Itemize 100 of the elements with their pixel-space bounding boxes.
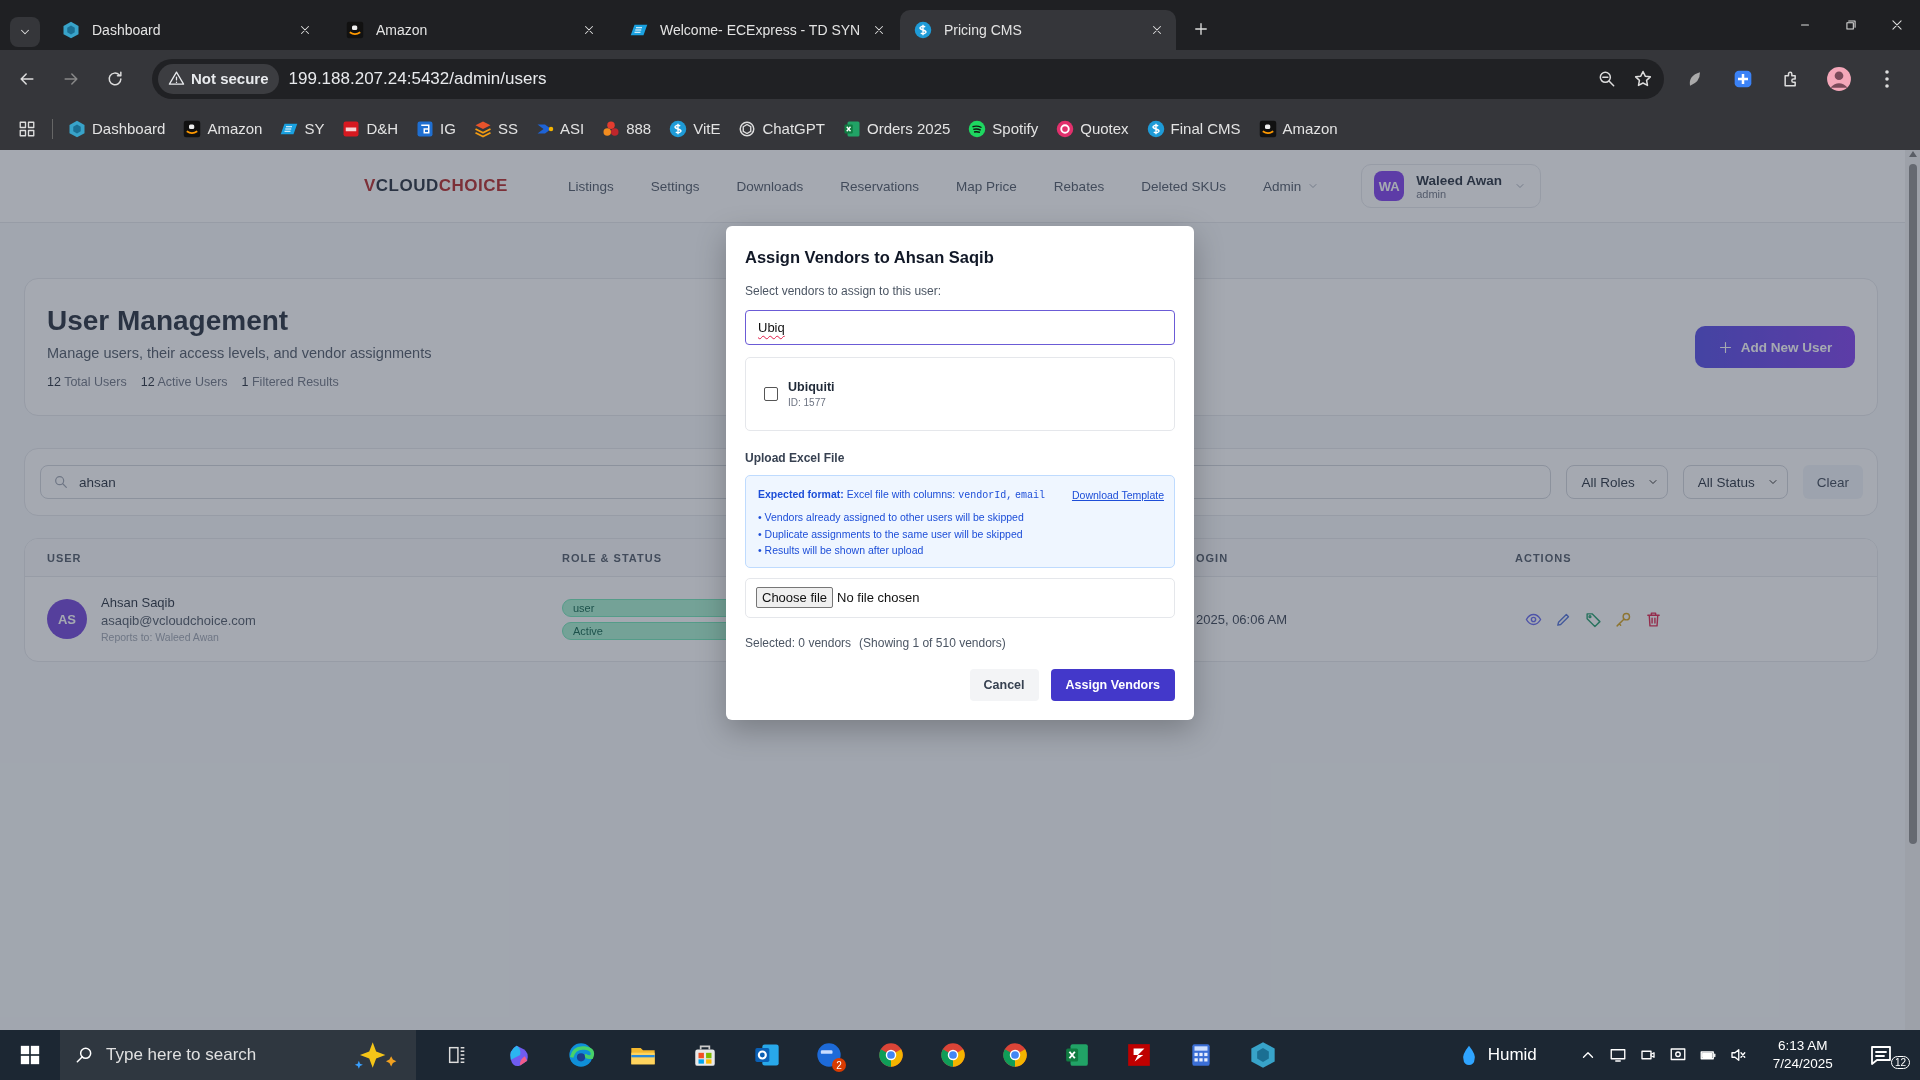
bookmark[interactable]: Dashboard [59, 115, 175, 142]
notifications-button[interactable] [1868, 1043, 1893, 1067]
sheet-icon [1064, 1042, 1090, 1068]
assign-vendors-button[interactable]: Assign Vendors [1050, 668, 1175, 701]
grid-icon [18, 119, 36, 138]
bookmark[interactable]: D&H [333, 115, 408, 142]
bookmark[interactable]: Amazon [174, 115, 272, 142]
hexagon-icon [62, 21, 80, 39]
profile-button[interactable] [1826, 65, 1852, 92]
logo: VCLOUDCHOICE [364, 176, 508, 196]
delete-button[interactable] [1645, 610, 1662, 628]
stat-text: 12 Total Users [47, 375, 127, 389]
upload-heading: Upload Excel File [745, 451, 846, 465]
nav-link[interactable]: Settings [650, 178, 700, 194]
smile-icon [183, 119, 202, 138]
page-title: User Management [47, 305, 290, 337]
choose-file-button[interactable]: Choose file [756, 587, 834, 609]
bookmark[interactable]: Amazon [1249, 115, 1347, 142]
filter-select[interactable]: All Status [1682, 465, 1788, 499]
bookmark[interactable]: ASI [526, 115, 594, 142]
column-header: ROLE & STATUS [562, 551, 662, 564]
plus-icon [1192, 20, 1210, 38]
restore-icon [1844, 18, 1858, 32]
vendor-search-field[interactable]: Ubiq [745, 310, 1175, 345]
browser-tab[interactable]: Dashboard [48, 10, 324, 50]
bookmark[interactable]: IG [407, 115, 465, 142]
file-input[interactable]: Choose file No file chosen [745, 577, 1175, 618]
plus-icon [1717, 339, 1733, 355]
bookmark[interactable]: Spotify [959, 115, 1048, 142]
bookmark[interactable]: Orders 2025 [833, 115, 960, 142]
vendor-name: Ubiquiti [788, 380, 835, 394]
taskbar-app[interactable]: 2 [798, 1030, 860, 1080]
bookmark[interactable]: SY [271, 115, 334, 142]
cancel-button[interactable]: Cancel [969, 668, 1039, 701]
bookmark[interactable]: Quotex [1047, 115, 1138, 142]
waves-icon [968, 119, 987, 138]
nav-link[interactable]: Map Price [956, 178, 1017, 194]
weather-widget[interactable]: Humid [1451, 1043, 1543, 1067]
user-role: admin [1416, 187, 1448, 200]
filter-select[interactable]: All Roles [1566, 465, 1668, 499]
hexagon-icon [68, 119, 86, 138]
dialog-title: Assign Vendors to Ahsan Saqib [745, 248, 995, 267]
search-icon [74, 1045, 94, 1065]
nav-link[interactable]: Deleted SKUs [1141, 178, 1226, 194]
page-subtitle: Manage users, their access levels, and vendor assignments [47, 345, 432, 361]
menu-icon [1885, 69, 1889, 88]
showing-count: (Showing 1 of 510 vendors) [859, 635, 1006, 650]
scrollbar[interactable] [1905, 150, 1920, 1030]
column-header: ACTIONS [1515, 551, 1572, 564]
chrome-icon [939, 1041, 967, 1069]
file-status: No file chosen [837, 590, 920, 606]
circles-icon [602, 119, 621, 138]
key-icon [1615, 610, 1632, 628]
stat-text: 1 Filtered Results [241, 375, 339, 389]
taskbar-search-field[interactable]: Type here to search [60, 1030, 416, 1080]
nav-link[interactable]: Admin [1262, 178, 1320, 194]
dialog-prompt: Select vendors to assign to this user: [745, 284, 943, 298]
security-chip[interactable]: Not secure [158, 63, 279, 94]
square-icon [342, 119, 361, 138]
windows-icon [20, 1045, 40, 1065]
url-text: 199.188.207.24:5432/admin/users [288, 68, 548, 89]
bookmark[interactable]: VitE [660, 115, 730, 142]
search-icon [53, 474, 69, 490]
address-bar[interactable]: Not secure 199.188.207.24:5432/admin/users [152, 58, 1664, 99]
app-badge: 2 [832, 1058, 846, 1072]
sheet-icon [842, 119, 861, 138]
user-menu[interactable]: WA Waleed Awan admin [1361, 164, 1541, 208]
warning-icon [168, 70, 185, 87]
bookmark[interactable]: Final CMS [1137, 115, 1250, 142]
bookmark[interactable]: SS [464, 115, 527, 142]
square-icon [416, 119, 435, 138]
browser-tab[interactable]: Pricing CMS [900, 10, 1176, 50]
avatar-icon [1826, 65, 1852, 92]
bookmark[interactable]: ChatGPT [729, 115, 834, 142]
clear-button[interactable]: Clear [1802, 465, 1863, 499]
clock[interactable]: 6:13 AM 7/24/2025 [1766, 1036, 1839, 1074]
time-text: 6:13 AM [1778, 1038, 1828, 1054]
bookmark[interactable]: 888 [593, 115, 661, 142]
user-avatar: AS [47, 599, 87, 639]
speaker-muted-icon [1728, 1046, 1747, 1064]
nav-link[interactable]: Downloads [736, 178, 804, 194]
stack-icon [473, 119, 492, 138]
coin-icon [669, 119, 688, 138]
nav-link[interactable]: Listings [567, 178, 614, 194]
coin-icon [914, 21, 932, 39]
user-name: Ahsan Saqib [101, 595, 176, 610]
download-template-link[interactable]: Download Template [1071, 488, 1164, 501]
nav-link[interactable]: Rebates [1053, 178, 1105, 194]
close-icon [582, 23, 596, 37]
notification-count: 12 [1890, 1055, 1910, 1069]
chrome-icon [877, 1041, 905, 1069]
browser-tab[interactable]: Amazon [332, 10, 608, 50]
chrome-icon [1001, 1041, 1029, 1069]
vendor-checkbox[interactable] [764, 387, 778, 401]
close-icon [1150, 23, 1164, 37]
close-icon [298, 23, 312, 37]
nav-link[interactable]: Reservations [840, 178, 920, 194]
browser-tab[interactable]: Welcome- ECExpress - TD SYN [616, 10, 892, 50]
selection-count: Selected: 0 vendors [745, 635, 852, 650]
smile-icon [346, 21, 364, 39]
